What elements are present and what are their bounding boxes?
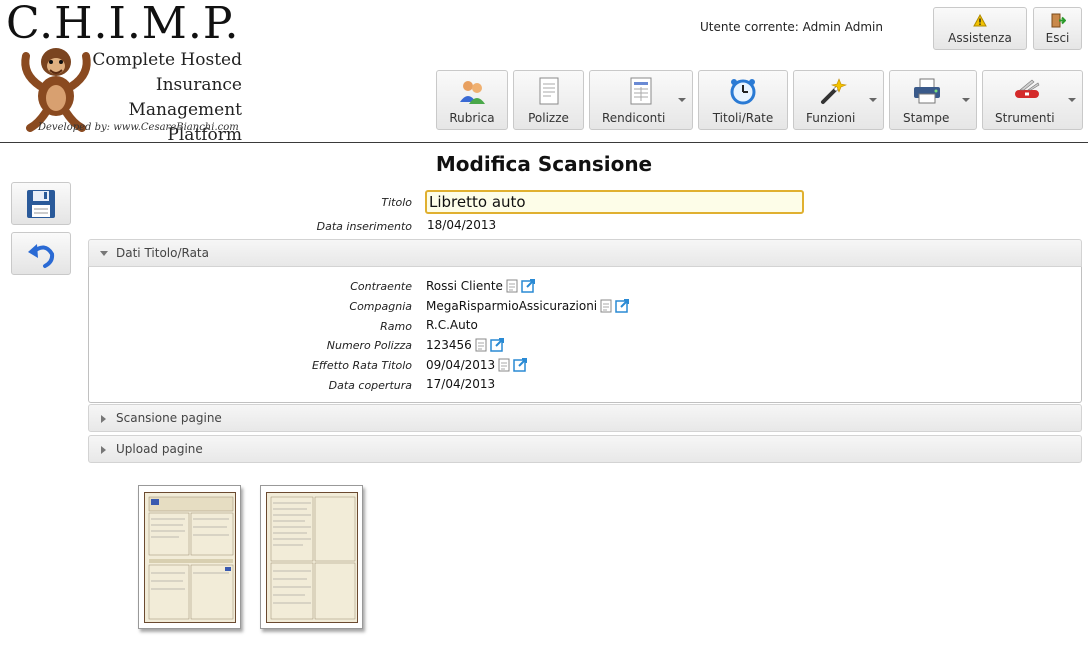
toolbar-label: Titoli/Rate xyxy=(712,111,774,125)
toolbar-label: Strumenti xyxy=(995,111,1055,125)
save-button[interactable] xyxy=(11,182,71,225)
open-external-icon[interactable] xyxy=(490,337,505,352)
undo-arrow-icon xyxy=(28,244,55,268)
titolo-label: Titolo xyxy=(381,196,412,209)
toolbar-rubrica-button[interactable]: Rubrica xyxy=(436,70,508,130)
effetto-rata-titolo-row: 09/04/2013 xyxy=(426,357,528,372)
magic-wand-icon xyxy=(820,78,847,104)
warning-icon xyxy=(973,14,987,27)
toolbar-rendiconti-button[interactable]: Rendiconti xyxy=(589,70,693,130)
scanned-page-image xyxy=(144,492,236,623)
toolbar-polizze-button[interactable]: Polizze xyxy=(513,70,584,130)
data-copertura-label: Data copertura xyxy=(328,379,412,392)
current-user-label: Utente corrente: Admin Admin xyxy=(700,20,883,34)
open-external-icon[interactable] xyxy=(615,298,630,313)
dati-titolo-rata-header[interactable]: Dati Titolo/Rata xyxy=(88,239,1082,267)
contacts-icon xyxy=(460,81,485,104)
compagnia-label: Compagnia xyxy=(349,300,412,313)
toolbar-titoli-rate-button[interactable]: Titoli/Rate xyxy=(698,70,788,130)
section-label: Upload pagine xyxy=(116,442,203,456)
data-copertura-value: 17/04/2013 xyxy=(426,377,496,391)
contraente-label: Contraente xyxy=(350,280,412,293)
numero-polizza-value: 123456 xyxy=(426,337,472,352)
chevron-down-icon xyxy=(1068,98,1076,102)
data-inserimento-label: Data inserimento xyxy=(316,220,412,233)
toolbar-label: Rubrica xyxy=(449,111,495,125)
triangle-down-icon xyxy=(100,251,108,256)
undo-button[interactable] xyxy=(11,232,71,275)
toolbar-stampe-button[interactable]: Stampe xyxy=(889,70,977,130)
numero-polizza-row: 123456 xyxy=(426,337,505,352)
scanned-page-thumbnail[interactable] xyxy=(138,485,241,629)
chevron-down-icon xyxy=(962,98,970,102)
exit-door-icon xyxy=(1051,13,1066,28)
triangle-right-icon xyxy=(101,415,106,423)
esci-button[interactable]: Esci xyxy=(1033,7,1082,50)
chevron-down-icon xyxy=(678,98,686,102)
upload-pagine-header[interactable]: Upload pagine xyxy=(88,435,1082,463)
alarm-clock-icon xyxy=(730,79,756,105)
assistenza-button[interactable]: Assistenza xyxy=(933,7,1027,50)
report-icon xyxy=(630,77,652,105)
chevron-down-icon xyxy=(869,98,877,102)
scansione-pagine-header[interactable]: Scansione pagine xyxy=(88,404,1082,432)
view-document-icon[interactable] xyxy=(600,299,612,313)
dati-titolo-rata-panel xyxy=(88,267,1082,403)
ramo-label: Ramo xyxy=(380,320,412,333)
logo-subtitle: Complete Hosted Insurance Management Pla… xyxy=(52,48,242,148)
compagnia-value: MegaRisparmioAssicurazioni xyxy=(426,298,598,313)
scanned-page-thumbnail[interactable] xyxy=(260,485,363,629)
effetto-rata-titolo-label: Effetto Rata Titolo xyxy=(311,359,412,372)
logo-subtitle-line: Insurance xyxy=(155,75,242,95)
open-external-icon[interactable] xyxy=(513,357,528,372)
logo-developer: Developed by: www.CesareBianchi.com xyxy=(38,122,239,133)
toolbar-label: Stampe xyxy=(903,111,950,125)
contraente-row: Rossi Cliente xyxy=(426,278,536,293)
numero-polizza-label: Numero Polizza xyxy=(326,339,412,352)
effetto-rata-titolo-value: 09/04/2013 xyxy=(426,357,496,372)
floppy-disk-icon xyxy=(27,190,55,218)
toolbar-label: Polizze xyxy=(528,111,569,125)
titolo-input[interactable] xyxy=(425,190,804,214)
header: C.H.I.M.P. Complete Hosted Insurance Man… xyxy=(0,0,1088,145)
swiss-knife-icon xyxy=(1014,79,1039,98)
assistenza-label: Assistenza xyxy=(948,31,1012,45)
data-inserimento-value: 18/04/2013 xyxy=(427,218,497,232)
view-document-icon[interactable] xyxy=(498,358,510,372)
compagnia-row: MegaRisparmioAssicurazioni xyxy=(426,298,630,313)
section-label: Scansione pagine xyxy=(116,411,222,425)
toolbar-label: Rendiconti xyxy=(602,111,666,125)
printer-icon xyxy=(914,78,940,104)
triangle-right-icon xyxy=(101,446,106,454)
chimp-logo[interactable]: C.H.I.M.P. Complete Hosted Insurance Man… xyxy=(4,0,248,145)
toolbar-label: Funzioni xyxy=(806,111,856,125)
view-document-icon[interactable] xyxy=(475,338,487,352)
esci-label: Esci xyxy=(1045,31,1070,45)
scanned-page-image xyxy=(266,492,358,623)
logo-subtitle-line: Complete Hosted xyxy=(92,50,242,70)
toolbar-funzioni-button[interactable]: Funzioni xyxy=(793,70,884,130)
section-label: Dati Titolo/Rata xyxy=(116,246,209,260)
ramo-value: R.C.Auto xyxy=(426,318,478,332)
page-title: Modifica Scansione xyxy=(435,152,653,176)
view-document-icon[interactable] xyxy=(506,279,518,293)
contraente-value: Rossi Cliente xyxy=(426,278,503,293)
toolbar-strumenti-button[interactable]: Strumenti xyxy=(982,70,1083,130)
document-icon xyxy=(539,77,558,105)
open-external-icon[interactable] xyxy=(521,278,536,293)
